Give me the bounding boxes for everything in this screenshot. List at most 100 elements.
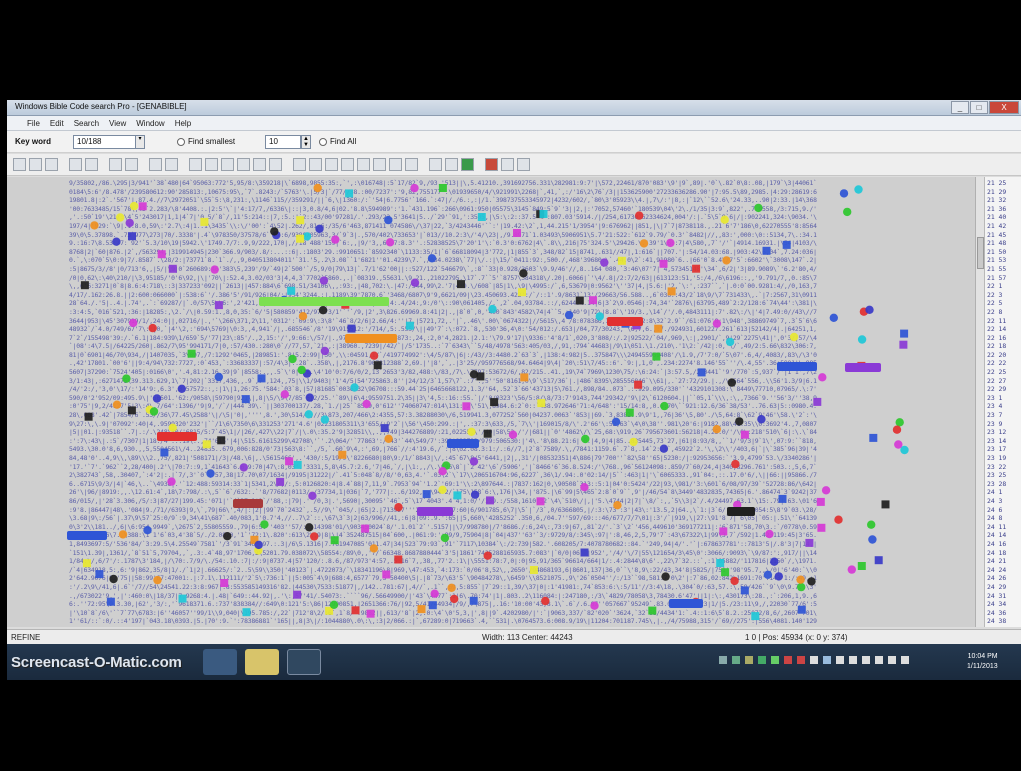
grid-marker xyxy=(315,224,324,233)
grid-marker xyxy=(467,427,476,436)
open-icon[interactable] xyxy=(29,158,42,171)
grid-marker xyxy=(143,526,152,535)
find-smallest-label: Find smallest xyxy=(188,137,236,146)
clock-date: 1/11/2013 xyxy=(967,663,998,670)
help-icon[interactable] xyxy=(501,158,514,171)
grid-marker xyxy=(483,429,492,438)
line-icon[interactable] xyxy=(445,158,458,171)
status-mode: REFINE xyxy=(11,633,41,642)
scrollbar-thumb[interactable] xyxy=(977,237,984,269)
grid-marker xyxy=(536,497,545,506)
grid-marker xyxy=(109,574,118,584)
grid-marker xyxy=(829,313,838,322)
grid-marker xyxy=(600,258,609,267)
minimize-button[interactable]: _ xyxy=(951,101,969,114)
grid-marker xyxy=(260,520,269,529)
close-button[interactable]: X xyxy=(989,101,1019,114)
menu-window[interactable]: Window xyxy=(136,119,164,128)
arrow-down-icon[interactable] xyxy=(165,158,178,171)
grid-marker xyxy=(654,324,663,333)
find-icon[interactable] xyxy=(293,158,306,171)
grid-marker xyxy=(122,374,131,383)
grid-marker xyxy=(740,586,749,595)
taskbar-app-icon-2[interactable] xyxy=(245,649,279,675)
taskbar: Screencast-O-Matic.com 10:04 PM 1/11/201… xyxy=(7,644,1021,680)
save-icon[interactable] xyxy=(45,158,58,171)
maximize-button[interactable]: □ xyxy=(970,101,988,114)
key-word-field[interactable]: 10/188 xyxy=(73,135,137,149)
grid-marker xyxy=(869,433,878,442)
column-icon[interactable] xyxy=(109,158,122,171)
grid-icon[interactable] xyxy=(325,158,338,171)
split-icon[interactable] xyxy=(341,158,354,171)
grid-marker xyxy=(697,368,706,377)
grid-marker xyxy=(167,477,176,486)
grid-marker xyxy=(469,596,478,605)
find-all-radio[interactable] xyxy=(319,138,327,146)
find-smallest-radio[interactable] xyxy=(177,138,185,146)
grid-marker xyxy=(84,412,93,421)
menu-help[interactable]: Help xyxy=(175,119,191,128)
grid-marker xyxy=(895,418,904,427)
grid-marker xyxy=(127,406,136,415)
menu-edit[interactable]: Edit xyxy=(50,119,64,128)
next-icon[interactable] xyxy=(389,158,402,171)
grid-marker xyxy=(285,457,294,466)
grid-marker xyxy=(394,555,403,564)
skip-field[interactable]: 10 xyxy=(265,135,301,149)
grid-marker xyxy=(214,301,223,310)
chart-icon[interactable] xyxy=(485,158,498,171)
width-minus-icon[interactable] xyxy=(69,158,82,171)
about-icon[interactable] xyxy=(517,158,530,171)
grid-marker xyxy=(330,536,339,545)
grid-marker xyxy=(782,240,791,249)
new-icon[interactable] xyxy=(13,158,26,171)
menu-view[interactable]: View xyxy=(109,119,126,128)
grid-marker xyxy=(712,425,721,434)
grid-highlight-bar xyxy=(157,432,197,441)
grid-marker xyxy=(720,215,729,224)
grid-marker xyxy=(298,312,308,321)
edit-icon[interactable] xyxy=(221,158,234,171)
skip-spinner-icon[interactable]: ▲ ▼ xyxy=(301,135,311,149)
zoom-icon[interactable] xyxy=(189,158,202,171)
menu-file[interactable]: File xyxy=(27,119,40,128)
print-icon[interactable] xyxy=(125,158,138,171)
letter-grid[interactable]: 9/35802,/86.\295|3/941'`38`480|64`95063:… xyxy=(7,177,975,627)
nav-prev-icon[interactable] xyxy=(253,158,266,171)
nav-next-icon[interactable] xyxy=(269,158,282,171)
width-plus-icon[interactable] xyxy=(85,158,98,171)
list-icon[interactable] xyxy=(429,158,442,171)
grid-marker xyxy=(661,572,670,581)
grid-marker xyxy=(652,352,661,361)
menu-search[interactable]: Search xyxy=(74,119,99,128)
settings-icon[interactable] xyxy=(309,158,322,171)
vertical-scrollbar[interactable] xyxy=(976,177,985,627)
first-icon[interactable] xyxy=(357,158,370,171)
grid-marker xyxy=(892,425,902,434)
grid-marker xyxy=(338,450,347,459)
arrow-up-icon[interactable] xyxy=(149,158,162,171)
grid-marker xyxy=(659,444,669,453)
grid-highlight-bar xyxy=(845,363,881,372)
grid-marker xyxy=(369,351,379,360)
grid-marker xyxy=(297,365,306,375)
grid-marker xyxy=(635,211,644,220)
grid-marker xyxy=(613,501,622,510)
grid-highlight-bar xyxy=(777,362,817,371)
taskbar-app-icon[interactable] xyxy=(203,649,237,675)
pen-icon[interactable] xyxy=(205,158,218,171)
key-word-dropdown-icon[interactable]: ▾ xyxy=(135,135,145,149)
grid-marker xyxy=(625,408,634,417)
taskbar-app-icon-3[interactable] xyxy=(287,649,321,675)
status-width-center: Width: 113 Center: 44243 xyxy=(482,633,573,642)
text-icon[interactable] xyxy=(237,158,250,171)
grid-marker xyxy=(223,532,232,541)
prev-icon[interactable] xyxy=(373,158,386,171)
color-icon[interactable] xyxy=(461,158,474,171)
grid-marker xyxy=(447,583,456,592)
grid-marker xyxy=(648,606,657,615)
last-icon[interactable] xyxy=(405,158,418,171)
grid-marker xyxy=(313,183,322,193)
grid-marker xyxy=(149,407,159,416)
